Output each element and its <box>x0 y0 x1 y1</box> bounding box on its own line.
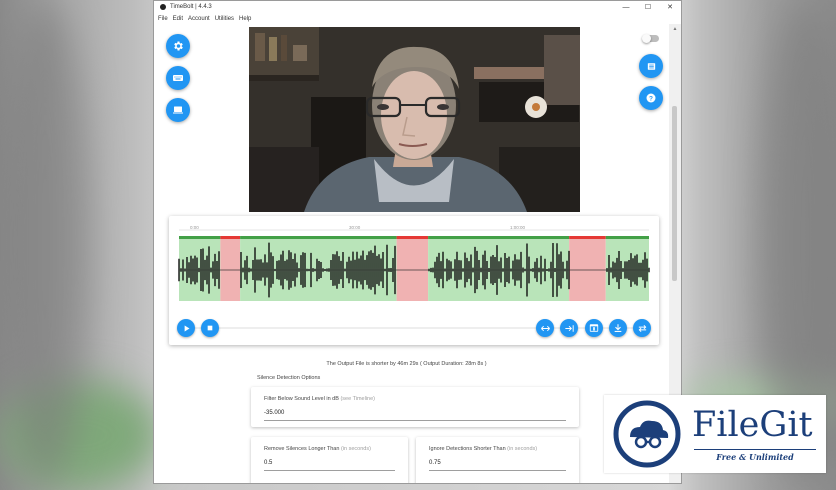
swap-button[interactable] <box>633 319 651 337</box>
svg-text:?: ? <box>649 95 653 102</box>
tick-label: 30:00 <box>349 225 361 230</box>
input-underline <box>264 470 395 471</box>
ignore-detections-input[interactable]: 0.75 <box>429 460 441 466</box>
list-icon <box>647 62 655 70</box>
fit-timeline-button[interactable] <box>536 319 554 337</box>
help-icon: ? <box>646 93 656 103</box>
filegit-logo-icon <box>613 400 681 468</box>
tick-label: 1:00:00 <box>510 225 526 230</box>
list-button[interactable] <box>639 54 663 78</box>
input-underline <box>264 420 566 421</box>
laptop-button[interactable] <box>166 98 190 122</box>
jump-end-button[interactable] <box>560 319 578 337</box>
video-preview[interactable] <box>249 27 580 212</box>
cut-segment-bar <box>396 236 429 239</box>
menu-help[interactable]: Help <box>239 16 251 22</box>
stop-button[interactable] <box>201 319 219 337</box>
export-button[interactable] <box>585 319 603 337</box>
input-underline <box>429 470 566 471</box>
remove-field-card: Remove Silences Longer Than (in seconds)… <box>251 437 408 483</box>
scroll-up-arrow[interactable]: ▲ <box>669 24 681 34</box>
app-logo-icon <box>160 4 166 10</box>
window-title: TimeBolt | 4.4.3 <box>170 4 212 10</box>
remove-hint: (in seconds) <box>340 446 371 452</box>
tick-label: 0:00 <box>190 225 199 230</box>
remove-field-label: Remove Silences Longer Than (in seconds) <box>264 446 371 452</box>
menu-bar: File Edit Account Utilities Help <box>154 13 681 24</box>
watermark-brand: FileGit <box>692 405 813 445</box>
close-button[interactable]: ✕ <box>659 1 681 13</box>
title-bar: TimeBolt | 4.4.3 — ☐ ✕ <box>154 1 681 13</box>
settings-button[interactable] <box>166 34 190 58</box>
filter-label-text: Filter Below Sound Level in dB <box>264 396 339 402</box>
menu-file[interactable]: File <box>158 16 168 22</box>
toggle-switch[interactable] <box>642 34 659 43</box>
output-notice: The Output File is shorter by 46m 29s ( … <box>326 361 487 367</box>
timeline-scrollbar[interactable]: ◀ ▶ <box>179 325 649 331</box>
swap-icon <box>638 324 646 332</box>
cut-segment-bar <box>220 236 241 239</box>
keyboard-button[interactable] <box>166 66 190 90</box>
ignore-field-card: Ignore Detections Shorter Than (in secon… <box>416 437 579 483</box>
stop-icon <box>207 325 213 331</box>
gear-icon <box>174 41 183 51</box>
menu-edit[interactable]: Edit <box>173 16 183 22</box>
menu-account[interactable]: Account <box>188 16 210 22</box>
kept-segment-bar <box>428 236 570 239</box>
filter-level-input[interactable]: -35.000 <box>264 410 284 416</box>
background-blur <box>0 0 90 484</box>
watermark-tagline: Free & Unlimited <box>716 452 794 462</box>
watermark-divider <box>694 449 816 450</box>
play-button[interactable] <box>177 319 195 337</box>
fit-icon <box>540 325 550 331</box>
remove-silences-input[interactable]: 0.5 <box>264 460 272 466</box>
remove-label-text: Remove Silences Longer Than <box>264 446 340 452</box>
time-ruler: 0:00 30:00 1:00:00 <box>179 225 649 231</box>
cut-segment-bar <box>569 236 606 239</box>
section-label: Silence Detection Options <box>257 375 321 381</box>
timeline[interactable]: 0:00 30:00 1:00:00 <box>169 216 659 316</box>
keyboard-icon <box>173 75 183 81</box>
minimize-button[interactable]: — <box>615 1 637 13</box>
toggle-knob <box>642 34 651 43</box>
ignore-hint: (in seconds) <box>507 446 538 452</box>
vertical-scroll-thumb[interactable] <box>672 106 677 281</box>
main-content: ? 0:00 30:00 1:00:00 The Output File is … <box>154 24 669 483</box>
maximize-button[interactable]: ☐ <box>637 1 659 13</box>
play-icon <box>184 325 189 331</box>
help-button[interactable]: ? <box>639 86 663 110</box>
kept-segment-bar <box>605 236 649 239</box>
ignore-label-text: Ignore Detections Shorter Than <box>429 446 506 452</box>
filter-field-label: Filter Below Sound Level in dB (see Time… <box>264 396 375 402</box>
filter-hint: (see Timeline) <box>340 396 375 402</box>
filegit-watermark: FileGit Free & Unlimited <box>604 395 826 473</box>
export-icon <box>589 324 599 332</box>
kept-segment-bar <box>240 236 397 239</box>
filter-field-card: Filter Below Sound Level in dB (see Time… <box>251 387 579 427</box>
download-button[interactable] <box>609 319 627 337</box>
ignore-field-label: Ignore Detections Shorter Than (in secon… <box>429 446 537 452</box>
download-icon <box>614 324 622 332</box>
jump-end-icon <box>564 324 574 332</box>
window-controls: — ☐ ✕ <box>615 1 681 13</box>
app-window: TimeBolt | 4.4.3 — ☐ ✕ File Edit Account… <box>153 0 682 484</box>
menu-utilities[interactable]: Utilities <box>215 16 234 22</box>
video-frame <box>249 27 580 212</box>
laptop-icon <box>173 106 183 114</box>
kept-segment-bar <box>179 236 221 239</box>
